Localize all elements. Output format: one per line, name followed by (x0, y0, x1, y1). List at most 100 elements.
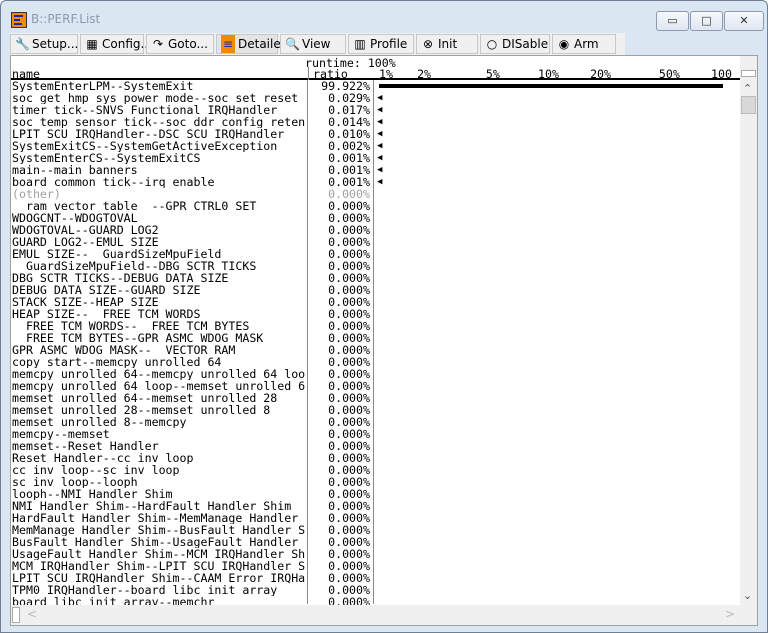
table-row[interactable]: timer_tick--SNVS_Functional_IRQHandler 0.… (11, 104, 740, 116)
scroll-thumb[interactable] (741, 96, 756, 114)
function-name: looph--NMI_Handler_Shim (12, 488, 173, 500)
table-row[interactable]: UsageFault_Handler_Shim--MCM_IRQHandler_… (11, 548, 740, 560)
table-row[interactable]: memset_unrolled_64--memset_unrolled_28 0.… (11, 392, 740, 404)
table-row[interactable]: cc_inv_loop--sc_inv_loop 0.000% (11, 464, 740, 476)
function-name: sc_inv_loop--looph (12, 476, 138, 488)
below-scale-arrow-icon: ◀ (377, 153, 383, 163)
below-scale-arrow-icon: ◀ (377, 165, 383, 175)
arm-radio-icon: ◉ (558, 37, 570, 51)
function-name: Reset_Handler--cc_inv_loop (12, 452, 194, 464)
function-name: BusFault_Handler_Shim--UsageFault_Handle… (12, 536, 306, 548)
table-row[interactable]: SystemEnterLPM--SystemExit 99.922% (11, 80, 740, 92)
table-row[interactable]: GPR_ASMC_WDOG_MASK--__VECTOR_RAM 0.000% (11, 344, 740, 356)
close-button[interactable]: ✕ (724, 11, 764, 31)
table-row[interactable]: main--main_banners 0.001% ◀ (11, 164, 740, 176)
vertical-scrollbar[interactable]: ⌃ ⌄ (740, 56, 757, 605)
function-name: MCM_IRQHandler_Shim--LPIT_SCU_IRQHandler… (12, 560, 306, 572)
view-button[interactable]: 🔍 View (280, 34, 346, 54)
axis-tick-label: 2% (417, 67, 432, 81)
function-name: memset_unrolled_28--memset_unrolled_8 (12, 404, 271, 416)
perf-list-window: B::PERF.List ▭ □ ✕ 🔧 Setup... ▦ Config... ↷ G… (0, 0, 768, 633)
table-row[interactable]: memcpy_unrolled_64_loop--memset_unrolled… (11, 380, 740, 392)
table-row[interactable]: LPIT_SCU_IRQHandler--DSC_SCU_IRQHandler 0… (11, 128, 740, 140)
function-name: SystemEnterLPM--SystemExit (12, 80, 194, 92)
table-row[interactable]: __ram_vector_table__--GPR_CTRL0_SET 0.000… (11, 200, 740, 212)
function-name: HardFault_Handler_Shim--MemManage_Handle… (12, 512, 306, 524)
table-row[interactable]: EMUL_SIZE--__GuardSizeMpuField 0.000% (11, 248, 740, 260)
table-row[interactable]: sc_inv_loop--looph 0.000% (11, 476, 740, 488)
column-header-name[interactable]: name (12, 67, 40, 81)
below-scale-arrow-icon: ◀ (377, 129, 383, 139)
table-row[interactable]: memcpy--memset 0.000% (11, 428, 740, 440)
button-label: Config... (102, 37, 152, 51)
table-row[interactable]: BusFault_Handler_Shim--UsageFault_Handle… (11, 536, 740, 548)
function-name: GUARD_LOG2--EMUL_SIZE (12, 236, 159, 248)
scroll-right-button[interactable]: > (725, 607, 735, 621)
config-button[interactable]: ▦ Config... (80, 34, 152, 54)
scroll-thumb-top[interactable] (741, 70, 756, 77)
table-row[interactable]: __FREE_TCM_BYTES--GPR_ASMC_WDOG_MASK 0.00… (11, 332, 740, 344)
table-row[interactable]: SystemExitCS--SystemGetActiveException 0.… (11, 140, 740, 152)
function-name: copy_start--memcpy_unrolled_64 (12, 356, 222, 368)
table-row[interactable]: memset_unrolled_28--memset_unrolled_8 0.0… (11, 404, 740, 416)
wrench-icon: 🔧 (15, 37, 30, 51)
axis-tick-label: 1% (379, 67, 393, 81)
table-row[interactable]: memset_unrolled_8--memcpy 0.000% (11, 416, 740, 428)
hscroll-thumb[interactable] (12, 607, 20, 623)
button-label: Profile (370, 37, 408, 51)
table-row[interactable]: WDOGTOVAL--GUARD_LOG2 0.000% (11, 224, 740, 236)
button-label: Arm (574, 37, 599, 51)
function-name: LPIT_SCU_IRQHandler_Shim--CAAM_Error_IRQ… (12, 572, 306, 584)
table-row[interactable]: HardFault_Handler_Shim--MemManage_Handle… (11, 512, 740, 524)
table-row[interactable]: SystemEnterCS--SystemExitCS 0.001% ◀ (11, 152, 740, 164)
profile-chart-icon: ▥ (354, 37, 366, 51)
disable-button[interactable]: ○ DISable (480, 34, 550, 54)
horizontal-scrollbar[interactable]: < > (11, 605, 757, 625)
table-row[interactable]: soc_temp_sensor_tick--soc_ddr_config_ret… (11, 116, 740, 128)
function-name: GPR_ASMC_WDOG_MASK--__VECTOR_RAM (12, 344, 236, 356)
maximize-button[interactable]: □ (690, 11, 723, 31)
detailed-button[interactable]: ≡ Detailed (216, 34, 288, 54)
table-row[interactable]: DBG_SCTR_TICKS--DEBUG_DATA_SIZE 0.000% (11, 272, 740, 284)
function-name: memcpy_unrolled_64_loop--memset_unrolled… (12, 380, 306, 392)
init-button[interactable]: ⊗ Init (416, 34, 478, 54)
table-row[interactable]: HEAP_SIZE--__FREE_TCM_WORDS 0.000% (11, 308, 740, 320)
table-row[interactable]: copy_start--memcpy_unrolled_64 0.000% (11, 356, 740, 368)
function-name: soc_get_hmp_sys_power_mode--soc_set_rese… (12, 92, 306, 104)
table-row[interactable]: (other) 0.000% (11, 188, 740, 200)
table-row[interactable]: NMI_Handler_Shim--HardFault_Handler_Shim… (11, 500, 740, 512)
table-row[interactable]: LPIT_SCU_IRQHandler_Shim--CAAM_Error_IRQ… (11, 572, 740, 584)
window-title: B::PERF.List (31, 12, 101, 26)
button-label: Setup... (32, 37, 79, 51)
scroll-up-button[interactable]: ⌃ (743, 82, 752, 95)
goto-button[interactable]: ↷ Goto... (146, 34, 214, 54)
function-name: memcpy--memset (12, 428, 110, 440)
setup-button[interactable]: 🔧 Setup... (10, 34, 78, 54)
function-name: cc_inv_loop--sc_inv_loop (12, 464, 180, 476)
table-row[interactable]: STACK_SIZE--HEAP_SIZE 0.000% (11, 296, 740, 308)
table-row[interactable]: __GuardSizeMpuField--DBG_SCTR_TICKS 0.000… (11, 260, 740, 272)
table-row[interactable]: WDOGCNT--WDOGTOVAL 0.000% (11, 212, 740, 224)
magnifier-icon: 🔍 (285, 37, 300, 51)
function-name: (other) (12, 188, 61, 200)
table-row[interactable]: TPM0_IRQHandler--board_libc_init_array 0.… (11, 584, 740, 596)
profile-button[interactable]: ▥ Profile (348, 34, 414, 54)
table-row[interactable]: looph--NMI_Handler_Shim 0.000% (11, 488, 740, 500)
function-name: MemManage_Handler_Shim--BusFault_Handler… (12, 524, 306, 536)
button-label: DISable (502, 37, 549, 51)
table-row[interactable]: soc_get_hmp_sys_power_mode--soc_set_rese… (11, 92, 740, 104)
scroll-down-button[interactable]: ⌄ (743, 589, 752, 602)
table-row[interactable]: __FREE_TCM_WORDS--__FREE_TCM_BYTES 0.000% (11, 320, 740, 332)
table-row[interactable]: board_common_tick--irq_enable 0.001% ◀ (11, 176, 740, 188)
table-row[interactable]: Reset_Handler--cc_inv_loop 0.000% (11, 452, 740, 464)
table-row[interactable]: memset--Reset_Handler 0.000% (11, 440, 740, 452)
table-row[interactable]: MemManage_Handler_Shim--BusFault_Handler… (11, 524, 740, 536)
minimize-button[interactable]: ▭ (656, 11, 689, 31)
table-row[interactable]: DEBUG_DATA_SIZE--GUARD_SIZE 0.000% (11, 284, 740, 296)
table-row[interactable]: GUARD_LOG2--EMUL_SIZE 0.000% (11, 236, 740, 248)
table-row[interactable]: memcpy_unrolled_64--memcpy_unrolled_64_l… (11, 368, 740, 380)
function-name: memset_unrolled_8--memcpy (12, 416, 187, 428)
scroll-left-button[interactable]: < (27, 607, 37, 621)
table-row[interactable]: MCM_IRQHandler_Shim--LPIT_SCU_IRQHandler… (11, 560, 740, 572)
arm-button[interactable]: ◉ Arm (552, 34, 616, 54)
